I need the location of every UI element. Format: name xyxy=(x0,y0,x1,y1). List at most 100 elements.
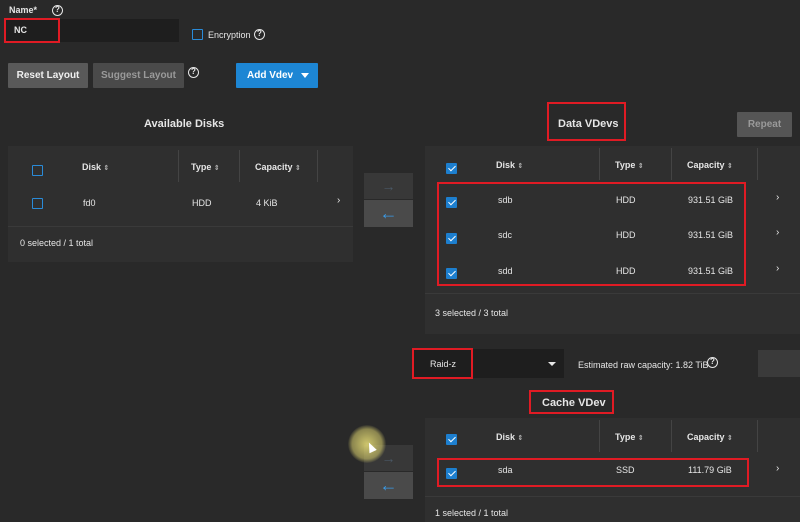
cache-col-type[interactable]: Type ⇕ xyxy=(615,432,644,442)
name-label-text: Name* xyxy=(9,5,38,15)
cache-move-left-button[interactable]: ← xyxy=(364,472,413,499)
estimated-capacity: Estimated raw capacity: 1.82 TiB xyxy=(578,360,709,370)
capacity-help-icon[interactable]: ? xyxy=(707,357,718,368)
table-divider xyxy=(425,496,800,497)
column-divider xyxy=(757,420,758,452)
row-capacity: 931.51 GiB xyxy=(688,195,734,205)
data-vdevs-footer: 3 selected / 3 total xyxy=(435,308,509,318)
row-capacity: 931.51 GiB xyxy=(688,230,734,240)
row-checkbox[interactable] xyxy=(32,198,43,209)
cache-vdev-table: Disk ⇕ Type ⇕ Capacity ⇕ sda SSD 111.79 … xyxy=(425,418,800,522)
sort-icon: ⇕ xyxy=(103,165,110,172)
arrow-right-icon: → xyxy=(381,178,396,194)
encryption-help-icon[interactable]: ? xyxy=(254,29,265,40)
add-vdev-button[interactable]: Add Vdev xyxy=(236,63,318,88)
column-divider xyxy=(239,150,240,182)
chevron-right-icon[interactable]: › xyxy=(337,195,340,206)
available-col-capacity[interactable]: Capacity ⇕ xyxy=(255,162,301,172)
sort-icon: ⇕ xyxy=(637,435,644,442)
table-row[interactable]: sdb HDD 931.51 GiB › xyxy=(425,185,800,221)
chevron-down-icon xyxy=(301,73,309,78)
cache-select-all-checkbox[interactable] xyxy=(446,434,457,445)
available-disks-title: Available Disks xyxy=(144,118,225,130)
row-type: SSD xyxy=(616,465,635,475)
data-col-type[interactable]: Type ⇕ xyxy=(615,160,644,170)
name-help-icon[interactable]: ? xyxy=(52,5,63,16)
row-disk: sdb xyxy=(498,195,513,205)
row-capacity: 4 KiB xyxy=(256,198,278,208)
column-divider xyxy=(317,150,318,182)
cache-col-capacity[interactable]: Capacity ⇕ xyxy=(687,432,733,442)
layout-help-icon[interactable]: ? xyxy=(188,67,199,78)
column-divider xyxy=(757,148,758,180)
table-row[interactable]: sdc HDD 931.51 GiB › xyxy=(425,221,800,257)
sort-icon: ⇕ xyxy=(295,165,301,172)
chevron-right-icon[interactable]: › xyxy=(776,227,779,238)
move-right-button[interactable]: → xyxy=(364,173,413,199)
column-divider xyxy=(599,420,600,452)
row-checkbox[interactable] xyxy=(446,268,457,279)
data-col-capacity[interactable]: Capacity ⇕ xyxy=(687,160,733,170)
sort-icon: ⇕ xyxy=(637,163,644,170)
vdev-layout-select[interactable]: Raid-z xyxy=(414,349,564,378)
reset-layout-button[interactable]: Reset Layout xyxy=(8,63,88,88)
row-checkbox[interactable] xyxy=(446,468,457,479)
sort-icon: ⇕ xyxy=(517,163,524,170)
available-col-disk[interactable]: Disk ⇕ xyxy=(82,162,109,172)
table-row[interactable]: fd0 HDD 4 KiB › xyxy=(8,188,353,216)
row-checkbox[interactable] xyxy=(446,233,457,244)
suggest-layout-label: Suggest Layout xyxy=(100,70,176,81)
chevron-right-icon[interactable]: › xyxy=(776,192,779,203)
row-disk: sdc xyxy=(498,230,513,240)
table-row[interactable]: sdd HDD 931.51 GiB › xyxy=(425,257,800,293)
data-vdevs-title: Data VDevs xyxy=(558,118,619,130)
encryption-checkbox[interactable] xyxy=(192,29,203,40)
row-type: HDD xyxy=(616,230,636,240)
column-divider xyxy=(599,148,600,180)
row-type: HDD xyxy=(192,198,212,208)
dropdown-arrow-icon xyxy=(548,362,556,366)
row-capacity: 111.79 GiB xyxy=(688,465,732,475)
layout-extra-button[interactable] xyxy=(758,350,800,377)
vdev-layout-value: Raid-z xyxy=(430,359,457,369)
column-divider xyxy=(671,148,672,180)
table-divider xyxy=(8,226,353,227)
available-select-all-checkbox[interactable] xyxy=(32,165,43,176)
sort-icon: ⇕ xyxy=(727,163,733,170)
name-label: Name* xyxy=(9,5,37,15)
sort-icon: ⇕ xyxy=(517,435,524,442)
data-select-all-checkbox[interactable] xyxy=(446,163,457,174)
column-divider xyxy=(178,150,179,182)
name-input[interactable]: NC xyxy=(5,19,179,42)
repeat-label: Repeat xyxy=(747,119,782,130)
available-col-type[interactable]: Type ⇕ xyxy=(191,162,220,172)
cache-footer: 1 selected / 1 total xyxy=(435,508,509,518)
chevron-right-icon[interactable]: › xyxy=(776,463,779,474)
row-capacity: 931.51 GiB xyxy=(688,266,734,276)
sort-icon: ⇕ xyxy=(213,165,220,172)
row-checkbox[interactable] xyxy=(446,197,457,208)
repeat-button[interactable]: Repeat xyxy=(737,112,792,137)
arrow-left-icon: ← xyxy=(379,475,398,495)
row-disk: sdd xyxy=(498,266,513,276)
data-col-disk[interactable]: Disk ⇕ xyxy=(496,160,523,170)
row-disk: sda xyxy=(498,465,513,475)
column-divider xyxy=(671,420,672,452)
data-vdevs-table: Disk ⇕ Type ⇕ Capacity ⇕ sdb HDD 931.51 … xyxy=(425,146,800,334)
arrow-left-icon: ← xyxy=(379,203,398,223)
row-type: HDD xyxy=(616,195,636,205)
suggest-layout-button[interactable]: Suggest Layout xyxy=(93,63,184,88)
encryption-label: Encryption xyxy=(208,30,251,40)
cache-vdev-title: Cache VDev xyxy=(542,397,606,409)
chevron-right-icon[interactable]: › xyxy=(776,263,779,274)
available-disks-table: Disk ⇕ Type ⇕ Capacity ⇕ fd0 HDD 4 KiB ›… xyxy=(8,146,353,262)
name-input-value: NC xyxy=(14,25,27,35)
cache-col-disk[interactable]: Disk ⇕ xyxy=(496,432,523,442)
row-disk: fd0 xyxy=(83,198,96,208)
row-type: HDD xyxy=(616,266,636,276)
move-left-button[interactable]: ← xyxy=(364,200,413,227)
table-row[interactable]: sda SSD 111.79 GiB › xyxy=(425,458,800,486)
available-footer: 0 selected / 1 total xyxy=(20,238,94,248)
sort-icon: ⇕ xyxy=(727,435,733,442)
add-vdev-label: Add Vdev xyxy=(247,70,294,81)
